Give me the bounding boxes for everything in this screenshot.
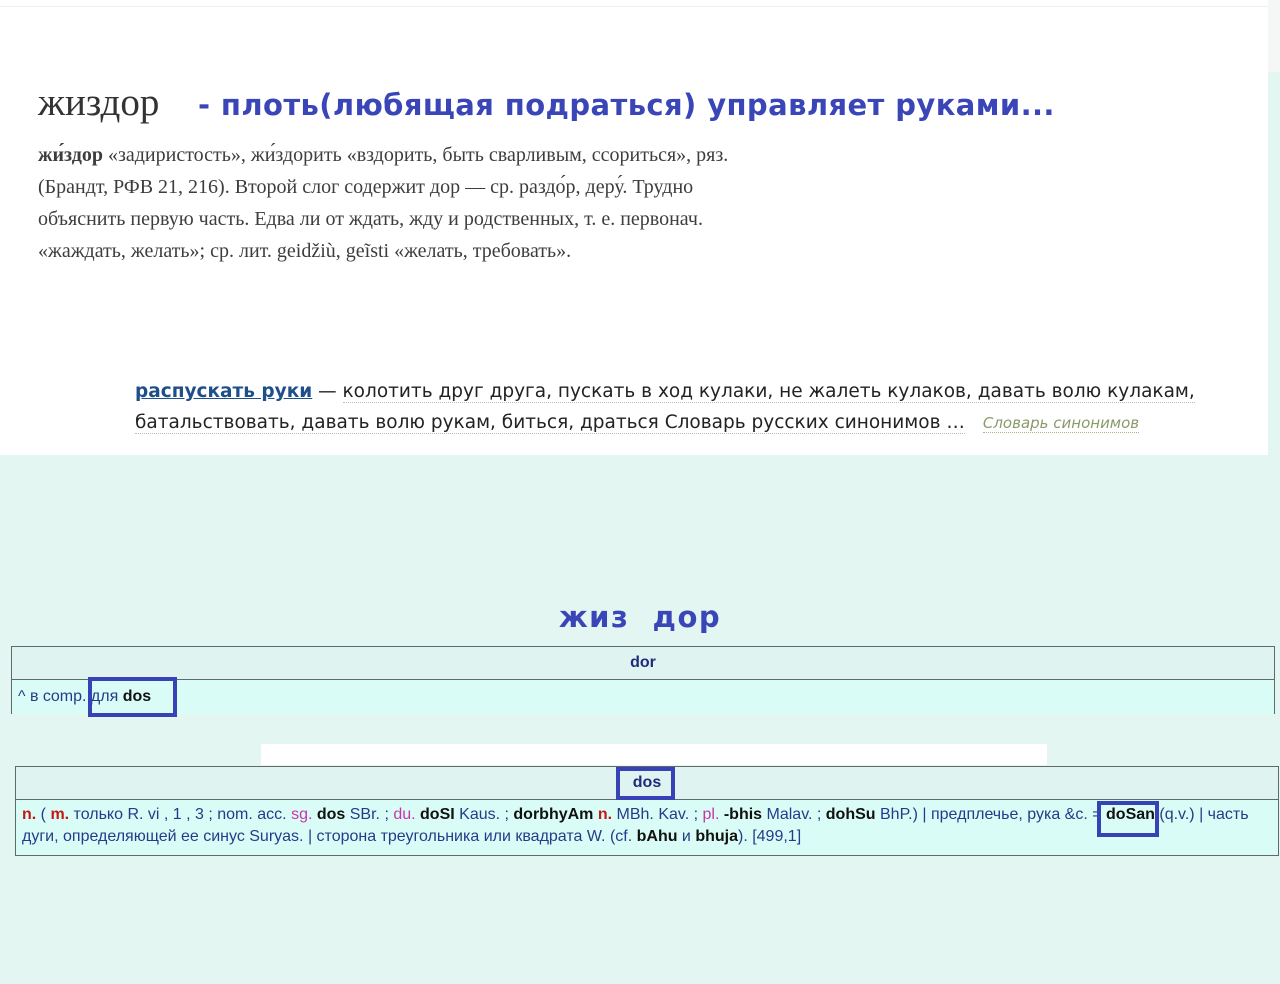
entry-dos-body: n. ( m. только R. vi , 1 , 3 ; nom. acc.… [16,800,1278,852]
synonym-line-2: батальствовать, давать волю рукам, битьс… [135,407,1175,439]
etymology-line-3: объяснить первую часть. Едва ли от ждать… [38,208,703,230]
entry-dos-part: bAhu [636,828,678,845]
etymology-line-1: жи́здор «задиристость», жи́здорить «вздо… [38,144,729,166]
entry-dos-part: m. [50,806,70,823]
synonym-text-1: колотить друг друга, пускать в ход кулак… [342,381,1195,403]
entry-dos-part: BhP.) | предплечье, рука &c. = [875,806,1107,823]
etymology-article: жи́здор «задиристость», жи́здорить «вздо… [38,139,838,267]
synonym-text-2: батальствовать, давать волю рукам, битьс… [135,412,965,434]
entry-dos-part: и [677,828,696,845]
entry-dor-header: dor [12,647,1274,680]
headword-title: жиздор [38,81,160,124]
entry-dos-part: ( [36,806,51,823]
etymology-word: жи́здор [38,144,103,166]
right-edge-strip [1268,0,1280,72]
synonym-line-1: распускать руки — колотить друг друга, п… [135,381,1195,403]
synonym-source-link[interactable]: Словарь синонимов [982,414,1140,433]
entry-dos-part: dohSu [825,806,876,823]
entry-dos-part: n. [22,806,37,823]
entry-dos-part: Kaus. ; [454,806,514,823]
etymology-line-2: (Брандт, РФВ 21, 216). Второй слог содер… [38,176,694,198]
entry-dos-part: doSan [1106,806,1155,823]
entry-dos-part: ). [499,1] [737,828,802,845]
entry-dos-part: bhuja [695,828,738,845]
entry-dor-ref: dos [122,688,152,705]
dictionary-entry-dos: dos n. ( m. только R. vi , 1 , 3 ; nom. … [15,766,1279,856]
entry-dos-part: sg. [291,806,313,823]
entry-dos-part: только R. vi , 1 , 3 ; nom. acc. [69,806,292,823]
entry-dos-part: dos [316,806,346,823]
annotation-heading: - плоть(любящая подраться) управляет рук… [198,88,1055,122]
dictionary-entry-dor: dor ^ в comp. для dos [11,646,1275,714]
top-edge-strip [0,0,1280,7]
entry-dos-part: dorbhyAm [513,806,594,823]
entry-dos-part: doSI [420,806,455,823]
synonym-term-link[interactable]: распускать руки [135,381,312,402]
entry-dor-body: ^ в comp. для dos [12,680,1274,714]
entry-dos-part: du. [393,806,416,823]
synonym-entry: распускать руки — колотить друг друга, п… [135,376,1195,439]
white-gap-bar [261,744,1047,765]
entry-dos-part: -bhis [723,806,763,823]
etymology-line-4: «жаждать, желать»; ср. лит. geidžiù, geĩ… [38,240,572,262]
entry-dos-header: dos [16,767,1278,800]
entry-dos-part: SBr. ; [345,806,394,823]
entry-dos-part: MBh. Kav. ; [612,806,703,823]
entry-dos-part: pl. [702,806,720,823]
word-split-title: жиз дор [558,600,722,634]
entry-dos-part: n. [597,806,613,823]
entry-dos-part: Malav. ; [762,806,826,823]
